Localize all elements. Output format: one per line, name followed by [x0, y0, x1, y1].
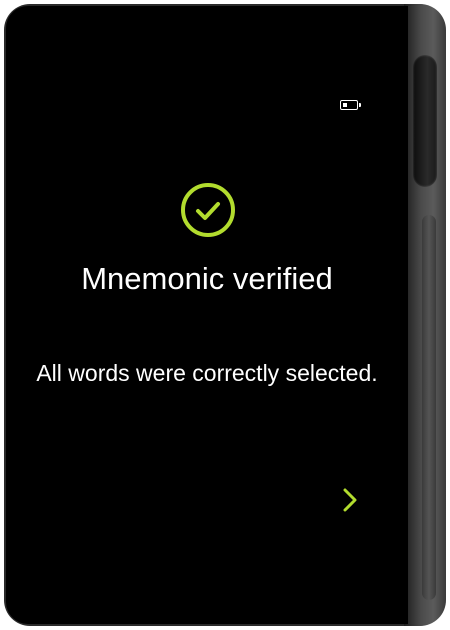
battery-icon — [340, 100, 361, 110]
page-title: Mnemonic verified — [81, 261, 333, 296]
battery-level — [342, 102, 347, 107]
device-screen: Mnemonic verified All words were correct… — [6, 6, 408, 624]
check-circle-icon — [181, 183, 235, 237]
side-button[interactable] — [413, 55, 437, 187]
chevron-right-icon[interactable] — [336, 480, 364, 520]
hardware-wallet-device: Mnemonic verified All words were correct… — [0, 0, 450, 630]
side-slot — [422, 215, 436, 600]
status-message: All words were correctly selected. — [36, 360, 378, 386]
